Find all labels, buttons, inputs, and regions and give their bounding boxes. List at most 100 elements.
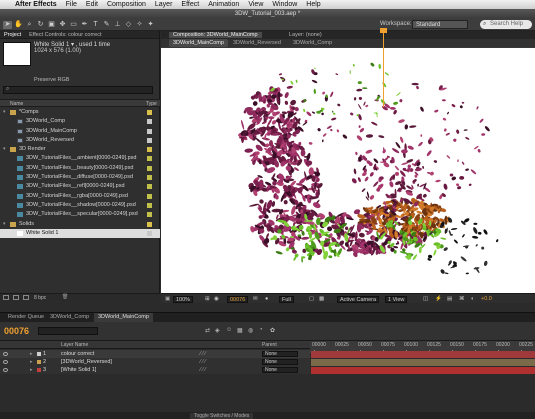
timeline-icon[interactable]: ▤ <box>447 296 452 303</box>
stamp-tool-icon[interactable]: ⊥ <box>113 21 122 29</box>
shy-icon[interactable]: ☺ <box>226 327 232 333</box>
hand-tool-icon[interactable]: ✋ <box>14 21 23 29</box>
toggle-pixel-icon[interactable]: ◫ <box>423 296 428 303</box>
composition-viewer[interactable] <box>161 48 535 293</box>
new-folder-icon[interactable] <box>13 295 19 300</box>
breadcrumb-reversed[interactable]: 3DWorld_Reversed <box>229 39 285 47</box>
project-item[interactable]: 3DW_TutorialFiles__specular[0000-0249].p… <box>0 210 160 219</box>
region-of-interest-icon[interactable]: ▢ <box>309 296 314 303</box>
layer-switches[interactable]: ⁄ ⁄ ⁄ <box>200 358 206 366</box>
layer-label-color[interactable] <box>37 368 41 372</box>
parent-select[interactable]: None <box>262 367 298 373</box>
visibility-eye-icon[interactable] <box>3 368 8 372</box>
project-item[interactable]: 3DW_TutorialFiles__refl[0000-0249].psd <box>0 182 160 191</box>
tab-layer[interactable]: Layer: (none) <box>289 32 322 38</box>
disclosure-triangle-icon[interactable]: ▾ <box>3 220 6 229</box>
camera-select[interactable]: Active Camera <box>337 296 380 303</box>
timeline-layer-row[interactable]: ▸ 2 [3DWorld_Reversed] ⁄ ⁄ ⁄ None <box>0 358 310 366</box>
menu-app-name[interactable]: After Effects <box>15 1 57 8</box>
disclosure-triangle-icon[interactable]: ▸ <box>30 350 33 358</box>
project-item[interactable]: 3DWorld_Reversed <box>0 136 160 145</box>
label-color-chip[interactable] <box>147 212 152 218</box>
menu-view[interactable]: View <box>248 1 263 8</box>
brainstorm-icon[interactable]: ✿ <box>270 327 275 334</box>
tab-composition[interactable]: Composition: 3DWorld_MainComp <box>169 32 262 38</box>
pan-behind-tool-icon[interactable]: ✥ <box>58 21 67 29</box>
project-item[interactable]: White Solid 1 <box>0 228 160 239</box>
rotate-tool-icon[interactable]: ↻ <box>36 21 45 29</box>
layer-switches[interactable]: ⁄ ⁄ ⁄ <box>200 366 206 374</box>
menu-window[interactable]: Window <box>272 1 297 8</box>
project-item[interactable]: ▾ *Comps <box>0 108 160 117</box>
label-color-chip[interactable] <box>147 137 152 143</box>
view-layout-select[interactable]: 1 View <box>385 296 408 303</box>
toggle-switches-modes-button[interactable]: Toggle Switches / Modes <box>190 413 254 419</box>
eraser-tool-icon[interactable]: ◇ <box>124 21 133 29</box>
frame-blending-icon[interactable]: ▦ <box>237 327 243 334</box>
project-item[interactable]: 3DWorld_Comp <box>0 117 160 126</box>
project-item[interactable]: 3DW_TutorialFiles__shadow[0000-0249].psd <box>0 201 160 210</box>
label-color-chip[interactable] <box>147 128 152 134</box>
color-channels-icon[interactable]: ● <box>265 296 268 303</box>
trash-icon[interactable]: 🗑 <box>62 294 68 300</box>
label-color-chip[interactable] <box>147 119 152 125</box>
camera-icon[interactable]: ◉ <box>214 296 219 303</box>
layer-duration-bar[interactable] <box>311 366 535 374</box>
disclosure-triangle-icon[interactable]: ▾ <box>3 145 6 154</box>
camera-tool-icon[interactable]: ▣ <box>47 21 56 29</box>
tab-effect-controls[interactable]: Effect Controls: colour correct <box>29 32 101 38</box>
label-color-chip[interactable] <box>147 156 152 162</box>
label-color-chip[interactable] <box>147 193 152 199</box>
label-color-chip[interactable] <box>147 165 152 171</box>
menu-composition[interactable]: Composition <box>107 1 146 8</box>
label-color-chip[interactable] <box>147 221 152 227</box>
column-name[interactable]: Name <box>10 101 23 107</box>
visibility-eye-icon[interactable] <box>3 352 8 356</box>
label-color-chip[interactable] <box>147 184 152 190</box>
motion-blur-icon[interactable]: ◍ <box>248 327 253 334</box>
timeline-search-input[interactable] <box>38 327 98 335</box>
column-type[interactable]: Type <box>146 101 157 107</box>
parent-select[interactable]: None <box>262 359 298 365</box>
tab-render-queue[interactable]: Render Queue <box>4 313 48 322</box>
layer-switches[interactable]: ⁄ ⁄ ⁄ <box>200 350 206 358</box>
resolution-select[interactable]: Full <box>279 296 294 303</box>
comp-mini-flowchart-icon[interactable]: ⇄ <box>205 327 210 334</box>
label-color-chip[interactable] <box>147 147 152 153</box>
label-color-chip[interactable] <box>147 110 152 115</box>
disclosure-triangle-icon[interactable]: ▾ <box>3 108 6 117</box>
selection-tool-icon[interactable]: ➤ <box>3 21 12 29</box>
tab-project[interactable]: Project <box>4 32 21 38</box>
disclosure-triangle-icon[interactable]: ▸ <box>30 358 33 366</box>
label-color-chip[interactable] <box>147 175 152 181</box>
menu-file[interactable]: File <box>66 1 77 8</box>
viewer-timecode[interactable]: 00076 <box>227 296 249 303</box>
menu-animation[interactable]: Animation <box>208 1 239 8</box>
project-item[interactable]: ▾ 3D Render <box>0 145 160 154</box>
exposure-value[interactable]: +0.0 <box>481 296 492 303</box>
disclosure-triangle-icon[interactable]: ▸ <box>30 366 33 374</box>
puppet-tool-icon[interactable]: ✦ <box>146 21 155 29</box>
column-parent[interactable]: Parent <box>262 342 277 348</box>
bpc-toggle[interactable]: 8 bpc <box>34 295 46 301</box>
brush-tool-icon[interactable]: ✎ <box>102 21 111 29</box>
layer-name[interactable]: [White Solid 1] <box>61 366 96 374</box>
project-item[interactable]: 3DW_TutorialFiles__rgba[0000-0249].psd <box>0 192 160 201</box>
menu-layer[interactable]: Layer <box>155 1 173 8</box>
layer-name[interactable]: colour correct <box>61 350 94 358</box>
project-item[interactable]: ▾ Solids <box>0 220 160 229</box>
zoom-tool-icon[interactable]: ⌕ <box>25 21 34 29</box>
flowchart-icon[interactable]: ⌘ <box>459 296 465 303</box>
menu-edit[interactable]: Edit <box>86 1 98 8</box>
project-item[interactable]: 3DW_TutorialFiles__beauty[0000-0249].psd <box>0 164 160 173</box>
interpret-footage-icon[interactable] <box>3 295 9 300</box>
search-help-input[interactable]: ⌕ Search Help <box>480 20 532 29</box>
mask-tool-icon[interactable]: ▭ <box>69 21 78 29</box>
layer-duration-bar[interactable] <box>311 350 535 358</box>
project-item[interactable]: 3DW_TutorialFiles__diffuse[0000-0249].ps… <box>0 173 160 182</box>
parent-select[interactable]: None <box>262 351 298 357</box>
exposure-icon[interactable]: ◐ <box>471 296 474 303</box>
label-color-chip[interactable] <box>147 202 152 208</box>
new-comp-icon[interactable] <box>23 295 29 300</box>
project-search-input[interactable]: ⌕ <box>3 86 153 94</box>
